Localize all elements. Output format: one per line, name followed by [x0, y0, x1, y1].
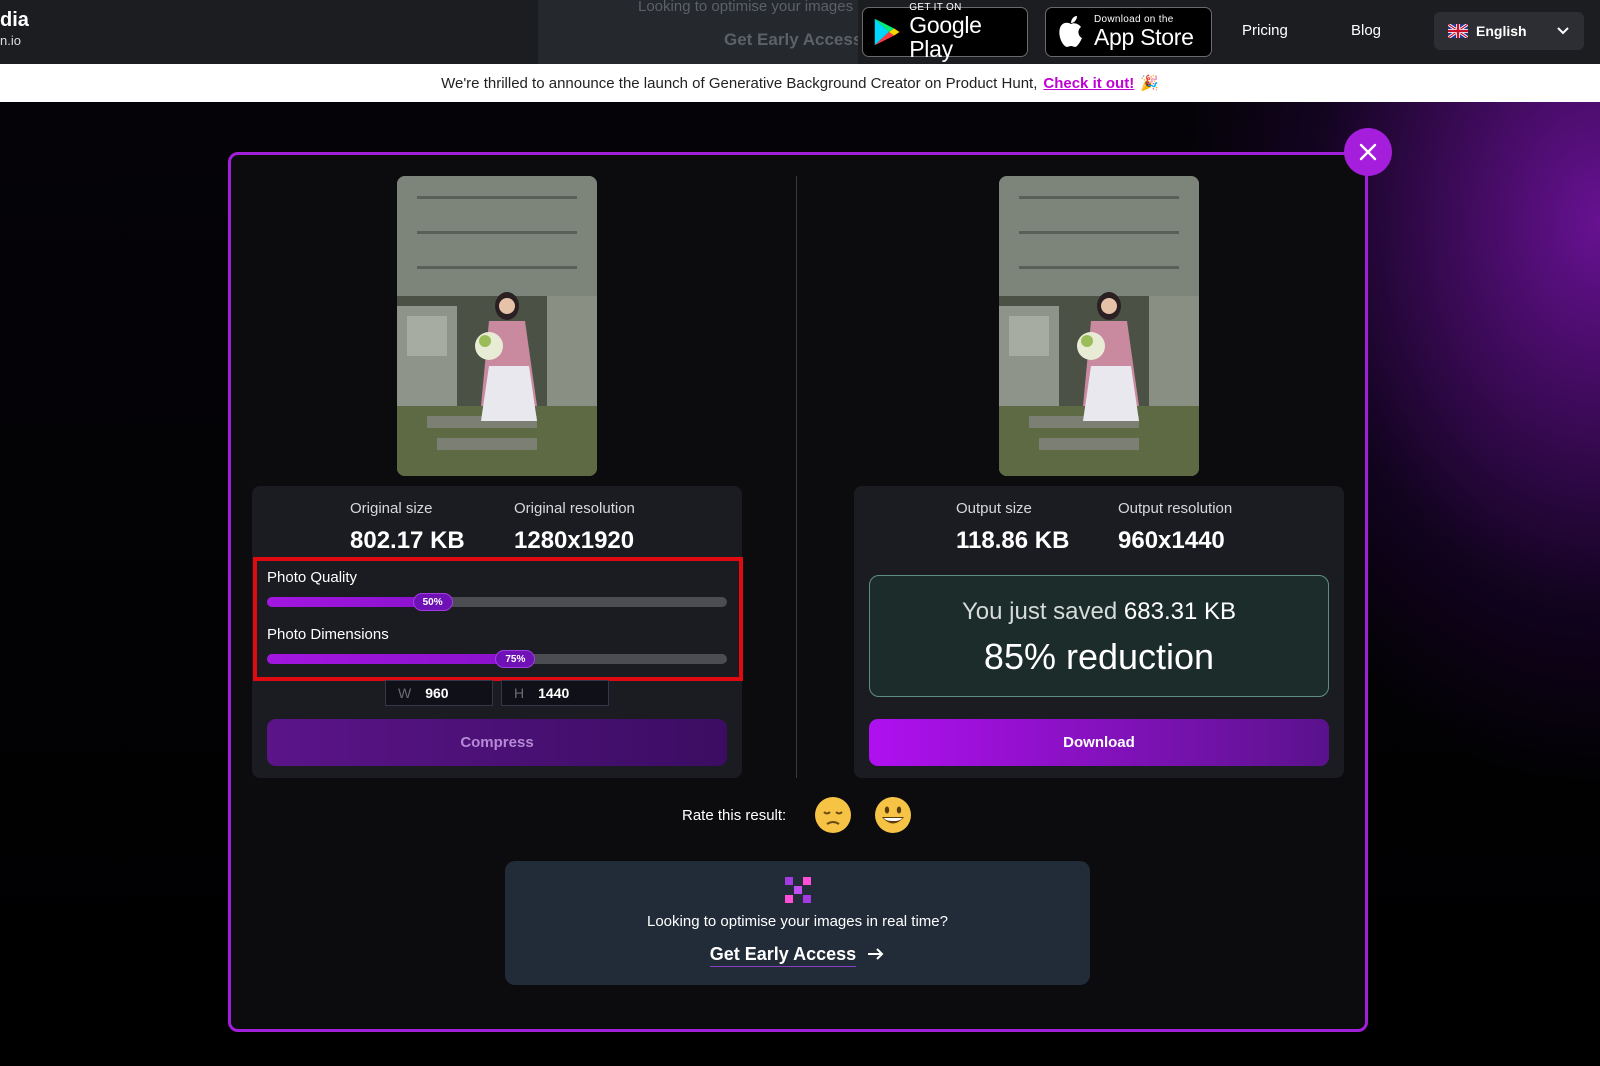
output-resolution-value: 960x1440 — [1118, 527, 1225, 554]
happy-face-icon[interactable] — [874, 796, 912, 834]
nav-pricing-link[interactable]: Pricing — [1242, 22, 1288, 39]
width-value: 960 — [425, 685, 449, 701]
google-play-icon — [874, 18, 900, 46]
party-emoji: 🎉 — [1140, 75, 1159, 92]
arrow-right-icon — [868, 948, 884, 960]
brand-name: dia — [0, 9, 29, 31]
google-play-large: Google Play — [909, 11, 982, 62]
output-resolution-label: Output resolution — [1118, 500, 1233, 517]
close-icon — [1359, 143, 1377, 161]
output-size-label: Output size — [956, 500, 1032, 517]
announcement-text: We're thrilled to announce the launch of… — [441, 74, 1038, 92]
promo-link[interactable]: Get Early Access — [724, 30, 858, 50]
width-input[interactable]: W 960 — [385, 680, 493, 706]
original-resolution-label: Original resolution — [514, 500, 635, 517]
height-label: H — [514, 685, 525, 701]
output-size-value: 118.86 KB — [956, 527, 1070, 554]
slider-highlight-box — [253, 557, 743, 681]
original-size-value: 802.17 KB — [350, 527, 465, 554]
brand-domain: n.io — [0, 33, 21, 48]
app-store-large: App Store — [1094, 23, 1194, 50]
brand-logo[interactable]: dia n.io — [0, 10, 29, 47]
output-size-stat: Output size 118.86 KB — [956, 500, 1069, 555]
early-access-card: Looking to optimise your images in real … — [505, 861, 1090, 985]
nav-blog-link[interactable]: Blog — [1351, 22, 1381, 39]
uk-flag-icon — [1448, 24, 1468, 38]
language-label: English — [1476, 23, 1527, 39]
sad-face-icon[interactable] — [814, 796, 852, 834]
savings-prefix: You just saved — [962, 598, 1118, 625]
rate-result-label: Rate this result: — [682, 807, 787, 824]
output-photo-preview — [999, 176, 1199, 476]
savings-amount: 683.31 KB — [1123, 598, 1236, 625]
brand-pixel-icon — [785, 877, 811, 903]
compress-button[interactable]: Compress — [267, 719, 727, 766]
get-early-access-label: Get Early Access — [709, 944, 857, 967]
google-play-button[interactable]: GET IT ON Google Play — [862, 2, 1028, 61]
announcement-bar: We're thrilled to announce the launch of… — [0, 64, 1600, 102]
download-button[interactable]: Download — [869, 719, 1329, 766]
chevron-down-icon — [1557, 27, 1569, 35]
original-resolution-value: 1280x1920 — [514, 527, 635, 554]
width-label: W — [398, 685, 412, 701]
promo-text: Looking to optimise your images in real … — [638, 0, 858, 15]
output-resolution-stat: Output resolution 960x1440 — [1118, 500, 1232, 555]
get-early-access-link[interactable]: Get Early Access — [505, 944, 1090, 967]
top-navigation: dia n.io Looking to optimise your images… — [0, 0, 1600, 64]
background-promo-banner: Looking to optimise your images in real … — [538, 0, 858, 64]
column-divider — [796, 176, 797, 778]
reduction-percent: 85% reduction — [983, 636, 1215, 677]
language-selector[interactable]: English — [1434, 12, 1584, 50]
height-value: 1440 — [538, 685, 570, 701]
app-store-button[interactable]: Download on the App Store — [1045, 7, 1212, 57]
height-input[interactable]: H 1440 — [501, 680, 609, 706]
announcement-link[interactable]: Check it out! — [1043, 75, 1134, 92]
close-modal-button[interactable] — [1344, 128, 1392, 176]
savings-card: You just saved 683.31 KB 85% reduction — [869, 575, 1329, 697]
apple-icon — [1059, 16, 1082, 47]
original-size-stat: Original size 802.17 KB — [350, 500, 465, 555]
early-access-text: Looking to optimise your images in real … — [647, 913, 948, 930]
savings-line: You just saved 683.31 KB — [870, 598, 1328, 626]
original-resolution-stat: Original resolution 1280x1920 — [514, 500, 635, 555]
original-photo-preview — [397, 176, 597, 476]
original-size-label: Original size — [350, 500, 433, 517]
